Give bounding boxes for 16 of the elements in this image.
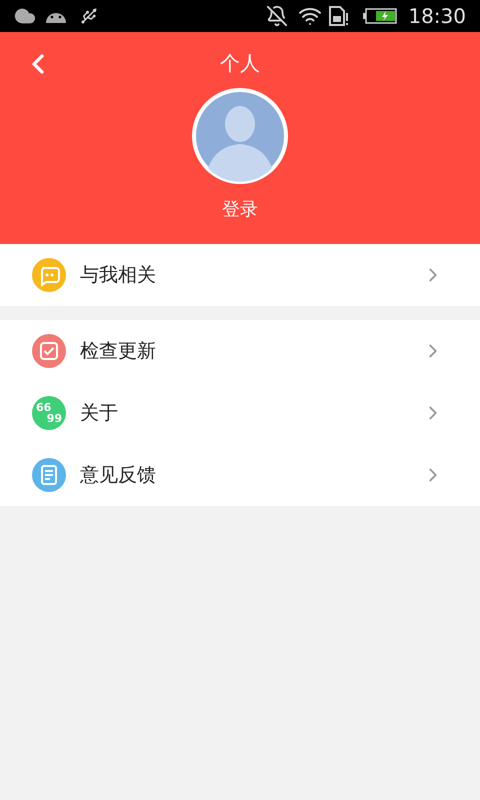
page-title: 个人	[220, 50, 260, 77]
quote-icon: 66 99	[32, 396, 66, 430]
menu-item[interactable]: 意见反馈	[0, 444, 480, 506]
menu-item-label: 检查更新	[80, 338, 157, 364]
menu-item-label: 意见反馈	[80, 462, 157, 488]
battery-charging-icon	[362, 7, 398, 25]
menu-item[interactable]: 检查更新	[0, 320, 480, 382]
avatar-icon[interactable]	[190, 86, 290, 186]
bell-off-icon	[266, 5, 288, 27]
menu-item-label: 与我相关	[80, 262, 157, 288]
menu-item-label: 关于	[80, 400, 119, 426]
usb-icon	[80, 7, 98, 25]
clock-time: 18:30	[408, 3, 466, 30]
menu-item[interactable]: 66 99 关于	[0, 382, 480, 444]
sim-card-icon	[328, 5, 350, 27]
menu-item[interactable]: 与我相关	[0, 244, 480, 306]
